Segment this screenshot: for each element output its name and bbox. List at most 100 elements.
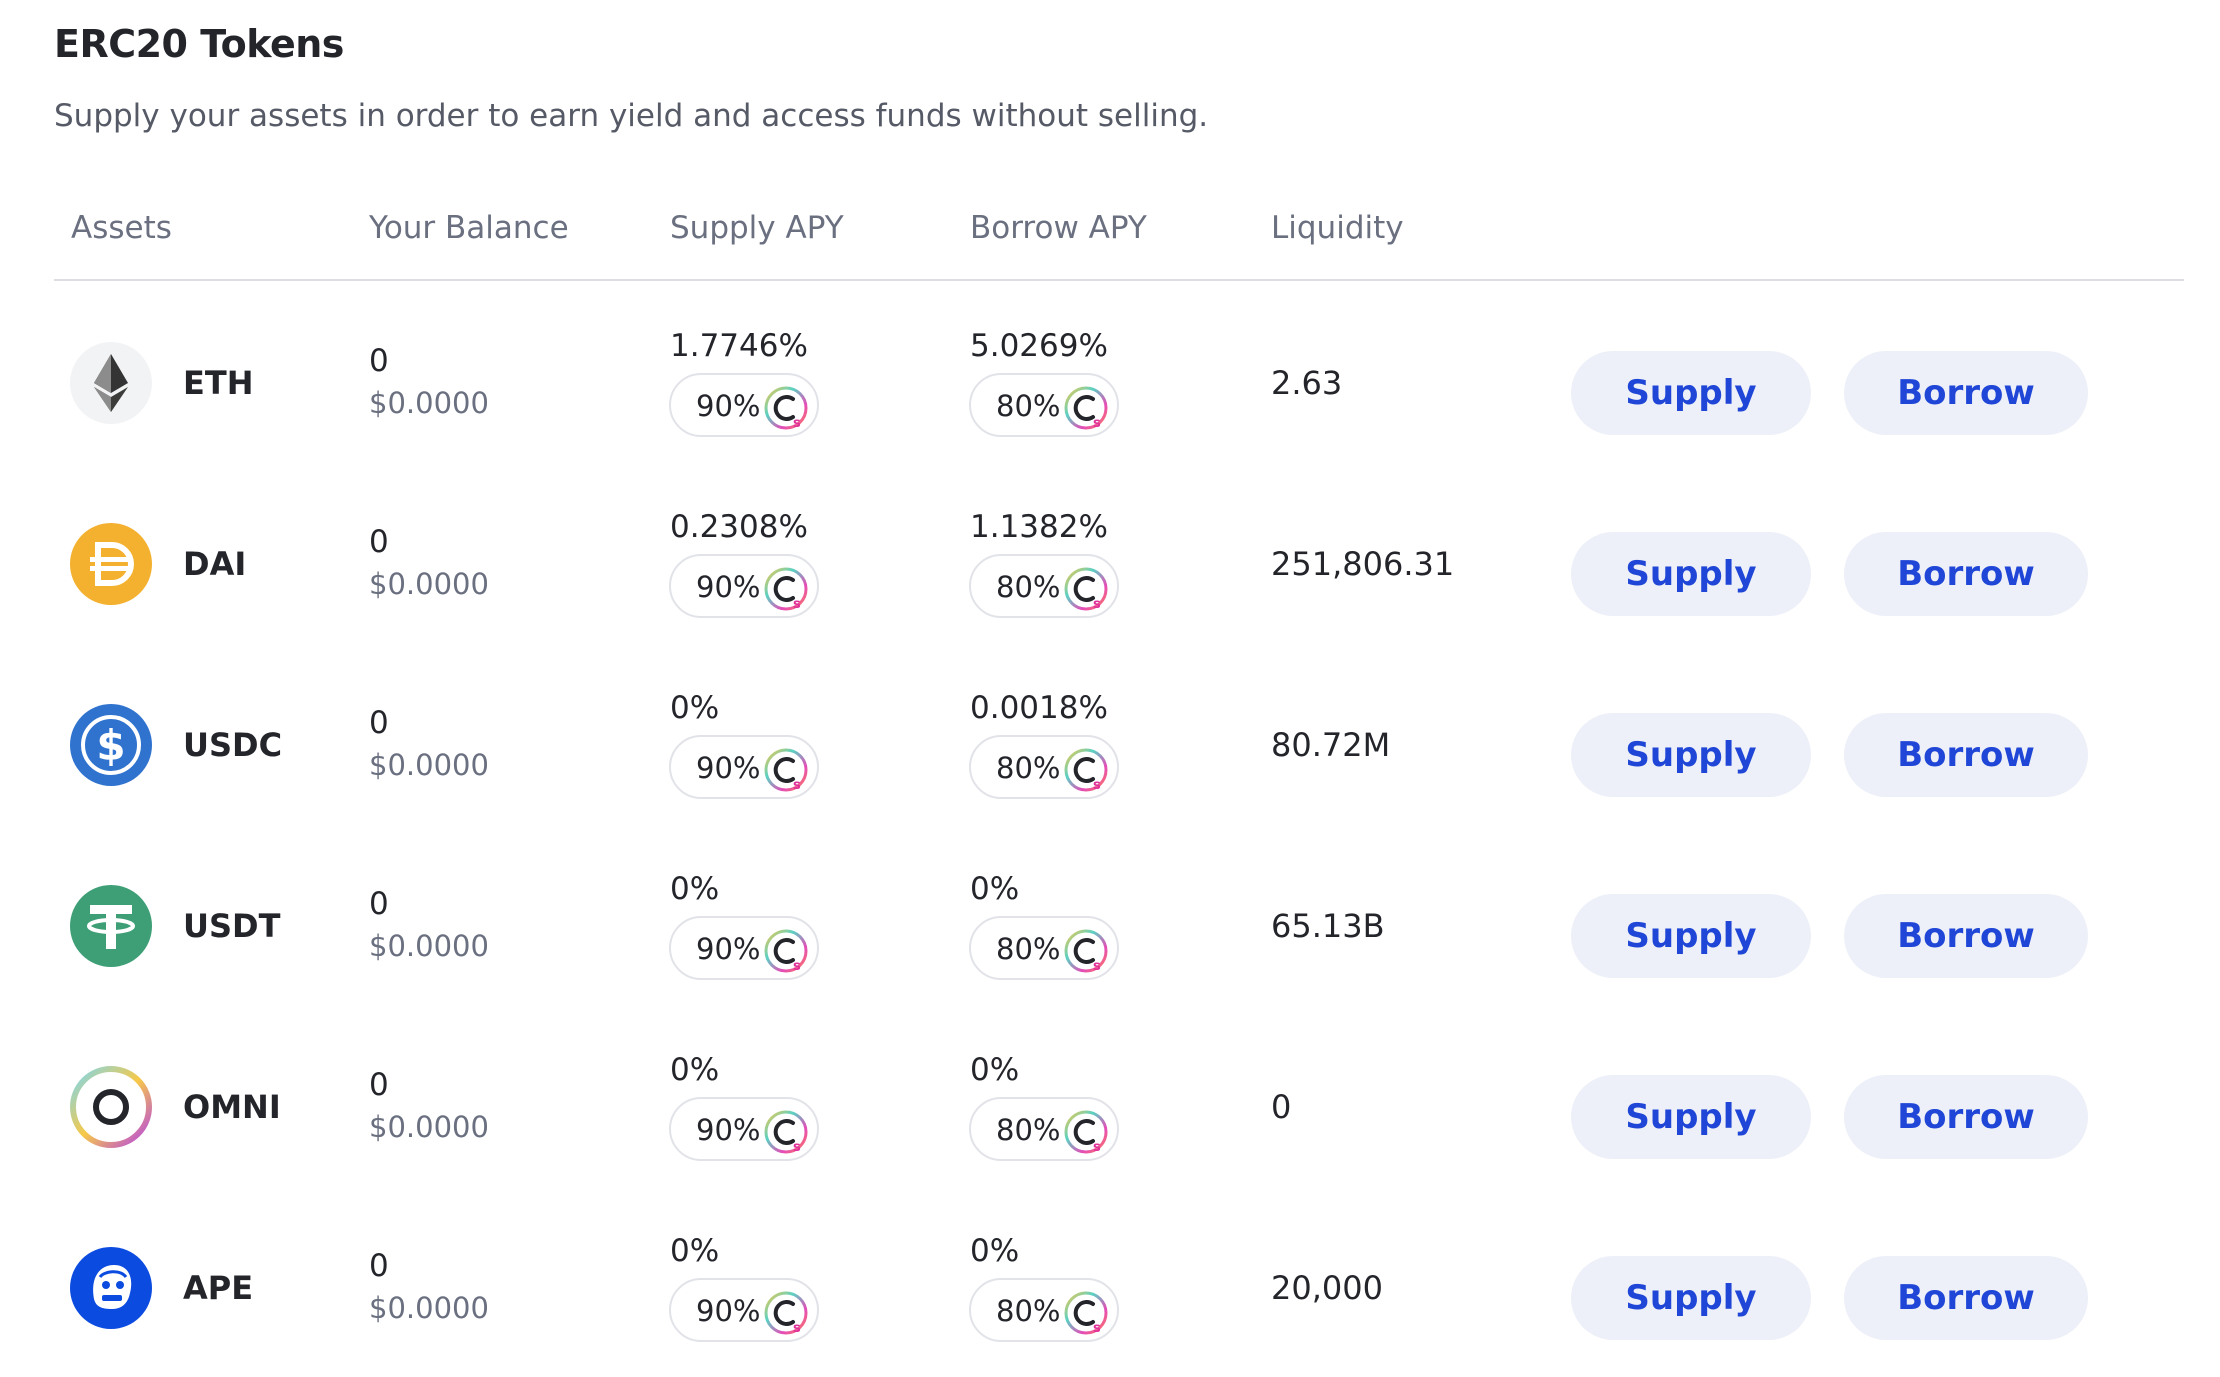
supply-ltv-badge: 90% s xyxy=(669,1097,819,1161)
ape-icon xyxy=(70,1247,152,1329)
balance-amount: 0 xyxy=(369,886,389,922)
table-row: OMNI 0 $0.0000 0% 90% s 0% 80% s 0 Supply Borrow xyxy=(0,1015,2220,1196)
supply-ltv-percent: 90% xyxy=(696,1294,761,1328)
borrow-apy-value: 0% xyxy=(970,1233,1020,1269)
liquidity-value: 2.63 xyxy=(1271,364,1343,402)
balance-amount: 0 xyxy=(369,343,389,379)
balance-usd: $0.0000 xyxy=(369,929,489,963)
borrow-ltv-badge: 80% s xyxy=(969,554,1119,618)
supply-ltv-badge: 90% s xyxy=(669,1278,819,1342)
supply-button[interactable]: Supply xyxy=(1571,351,1811,435)
supply-button[interactable]: Supply xyxy=(1571,1256,1811,1340)
svg-text:s: s xyxy=(1093,1140,1101,1155)
borrow-apy-value: 0% xyxy=(970,1052,1020,1088)
borrow-button[interactable]: Borrow xyxy=(1844,713,2088,797)
supply-button[interactable]: Supply xyxy=(1571,894,1811,978)
balance-usd: $0.0000 xyxy=(369,1291,489,1325)
borrow-apy-value: 1.1382% xyxy=(970,509,1108,545)
table-row: APE 0 $0.0000 0% 90% s 0% 80% s 20,000 Supply Borro… xyxy=(0,1196,2220,1377)
header-divider xyxy=(54,279,2184,281)
erc20-tokens-page: ERC20 Tokens Supply your assets in order… xyxy=(0,0,2220,1364)
section-title: ERC20 Tokens xyxy=(54,22,344,66)
balance-amount: 0 xyxy=(369,1248,389,1284)
asset-name: APE xyxy=(183,1269,254,1307)
borrow-ltv-percent: 80% xyxy=(996,389,1061,423)
protocol-logo-icon: s xyxy=(1063,928,1109,974)
borrow-apy-value: 0% xyxy=(970,871,1020,907)
svg-text:s: s xyxy=(1093,959,1101,974)
asset-name: USDC xyxy=(183,726,283,764)
protocol-logo-icon: s xyxy=(1063,747,1109,793)
balance-usd: $0.0000 xyxy=(369,567,489,601)
borrow-apy-value: 5.0269% xyxy=(970,328,1108,364)
table-row: $ USDC 0 $0.0000 0% 90% s 0.0018% 80% s 80.72M Supp… xyxy=(0,653,2220,834)
liquidity-value: 0 xyxy=(1271,1088,1292,1126)
svg-text:s: s xyxy=(1093,597,1101,612)
supply-apy-value: 1.7746% xyxy=(670,328,808,364)
protocol-logo-icon: s xyxy=(1063,566,1109,612)
header-liquidity: Liquidity xyxy=(1271,210,1404,246)
svg-text:$: $ xyxy=(96,721,125,770)
protocol-logo-icon: s xyxy=(1063,1109,1109,1155)
svg-text:s: s xyxy=(793,959,801,974)
header-your-balance: Your Balance xyxy=(369,210,569,246)
svg-text:s: s xyxy=(1093,778,1101,793)
eth-icon xyxy=(70,342,152,424)
asset-name: ETH xyxy=(183,364,254,402)
supply-ltv-percent: 90% xyxy=(696,570,761,604)
borrow-ltv-badge: 80% s xyxy=(969,373,1119,437)
supply-ltv-badge: 90% s xyxy=(669,916,819,980)
balance-usd: $0.0000 xyxy=(369,1110,489,1144)
borrow-ltv-badge: 80% s xyxy=(969,916,1119,980)
supply-ltv-percent: 90% xyxy=(696,1113,761,1147)
liquidity-value: 80.72M xyxy=(1271,726,1391,764)
borrow-ltv-percent: 80% xyxy=(996,1294,1061,1328)
balance-usd: $0.0000 xyxy=(369,748,489,782)
protocol-logo-icon: s xyxy=(763,928,809,974)
svg-text:s: s xyxy=(793,1321,801,1336)
svg-text:s: s xyxy=(1093,416,1101,431)
supply-apy-value: 0% xyxy=(670,690,720,726)
borrow-button[interactable]: Borrow xyxy=(1844,894,2088,978)
protocol-logo-icon: s xyxy=(763,566,809,612)
borrow-button[interactable]: Borrow xyxy=(1844,1256,2088,1340)
supply-ltv-percent: 90% xyxy=(696,751,761,785)
balance-amount: 0 xyxy=(369,705,389,741)
svg-text:s: s xyxy=(793,597,801,612)
balance-amount: 0 xyxy=(369,524,389,560)
usdc-icon: $ xyxy=(70,704,152,786)
borrow-ltv-badge: 80% s xyxy=(969,1278,1119,1342)
borrow-ltv-percent: 80% xyxy=(996,932,1061,966)
supply-ltv-percent: 90% xyxy=(696,389,761,423)
omni-icon xyxy=(70,1066,152,1148)
protocol-logo-icon: s xyxy=(1063,385,1109,431)
balance-usd: $0.0000 xyxy=(369,386,489,420)
table-row: ETH 0 $0.0000 1.7746% 90% s 5.0269% 80% s 2.63 Sup… xyxy=(0,291,2220,472)
svg-text:s: s xyxy=(1093,1321,1101,1336)
supply-button[interactable]: Supply xyxy=(1571,532,1811,616)
supply-apy-value: 0% xyxy=(670,1233,720,1269)
borrow-button[interactable]: Borrow xyxy=(1844,532,2088,616)
protocol-logo-icon: s xyxy=(763,747,809,793)
borrow-ltv-percent: 80% xyxy=(996,751,1061,785)
asset-name: DAI xyxy=(183,545,247,583)
header-assets: Assets xyxy=(71,210,172,246)
svg-text:s: s xyxy=(793,416,801,431)
table-row: DAI 0 $0.0000 0.2308% 90% s 1.1382% 80% s 251,806… xyxy=(0,472,2220,653)
protocol-logo-icon: s xyxy=(763,1290,809,1336)
header-borrow-apy: Borrow APY xyxy=(970,210,1147,246)
borrow-button[interactable]: Borrow xyxy=(1844,351,2088,435)
section-subtitle: Supply your assets in order to earn yiel… xyxy=(54,98,1209,134)
supply-button[interactable]: Supply xyxy=(1571,1075,1811,1159)
table-header: Assets Your Balance Supply APY Borrow AP… xyxy=(0,210,2220,270)
balance-amount: 0 xyxy=(369,1067,389,1103)
liquidity-value: 251,806.31 xyxy=(1271,545,1455,583)
supply-button[interactable]: Supply xyxy=(1571,713,1811,797)
supply-apy-value: 0% xyxy=(670,1052,720,1088)
borrow-ltv-percent: 80% xyxy=(996,570,1061,604)
protocol-logo-icon: s xyxy=(763,1109,809,1155)
svg-text:s: s xyxy=(793,778,801,793)
borrow-ltv-badge: 80% s xyxy=(969,1097,1119,1161)
borrow-button[interactable]: Borrow xyxy=(1844,1075,2088,1159)
usdt-icon xyxy=(70,885,152,967)
